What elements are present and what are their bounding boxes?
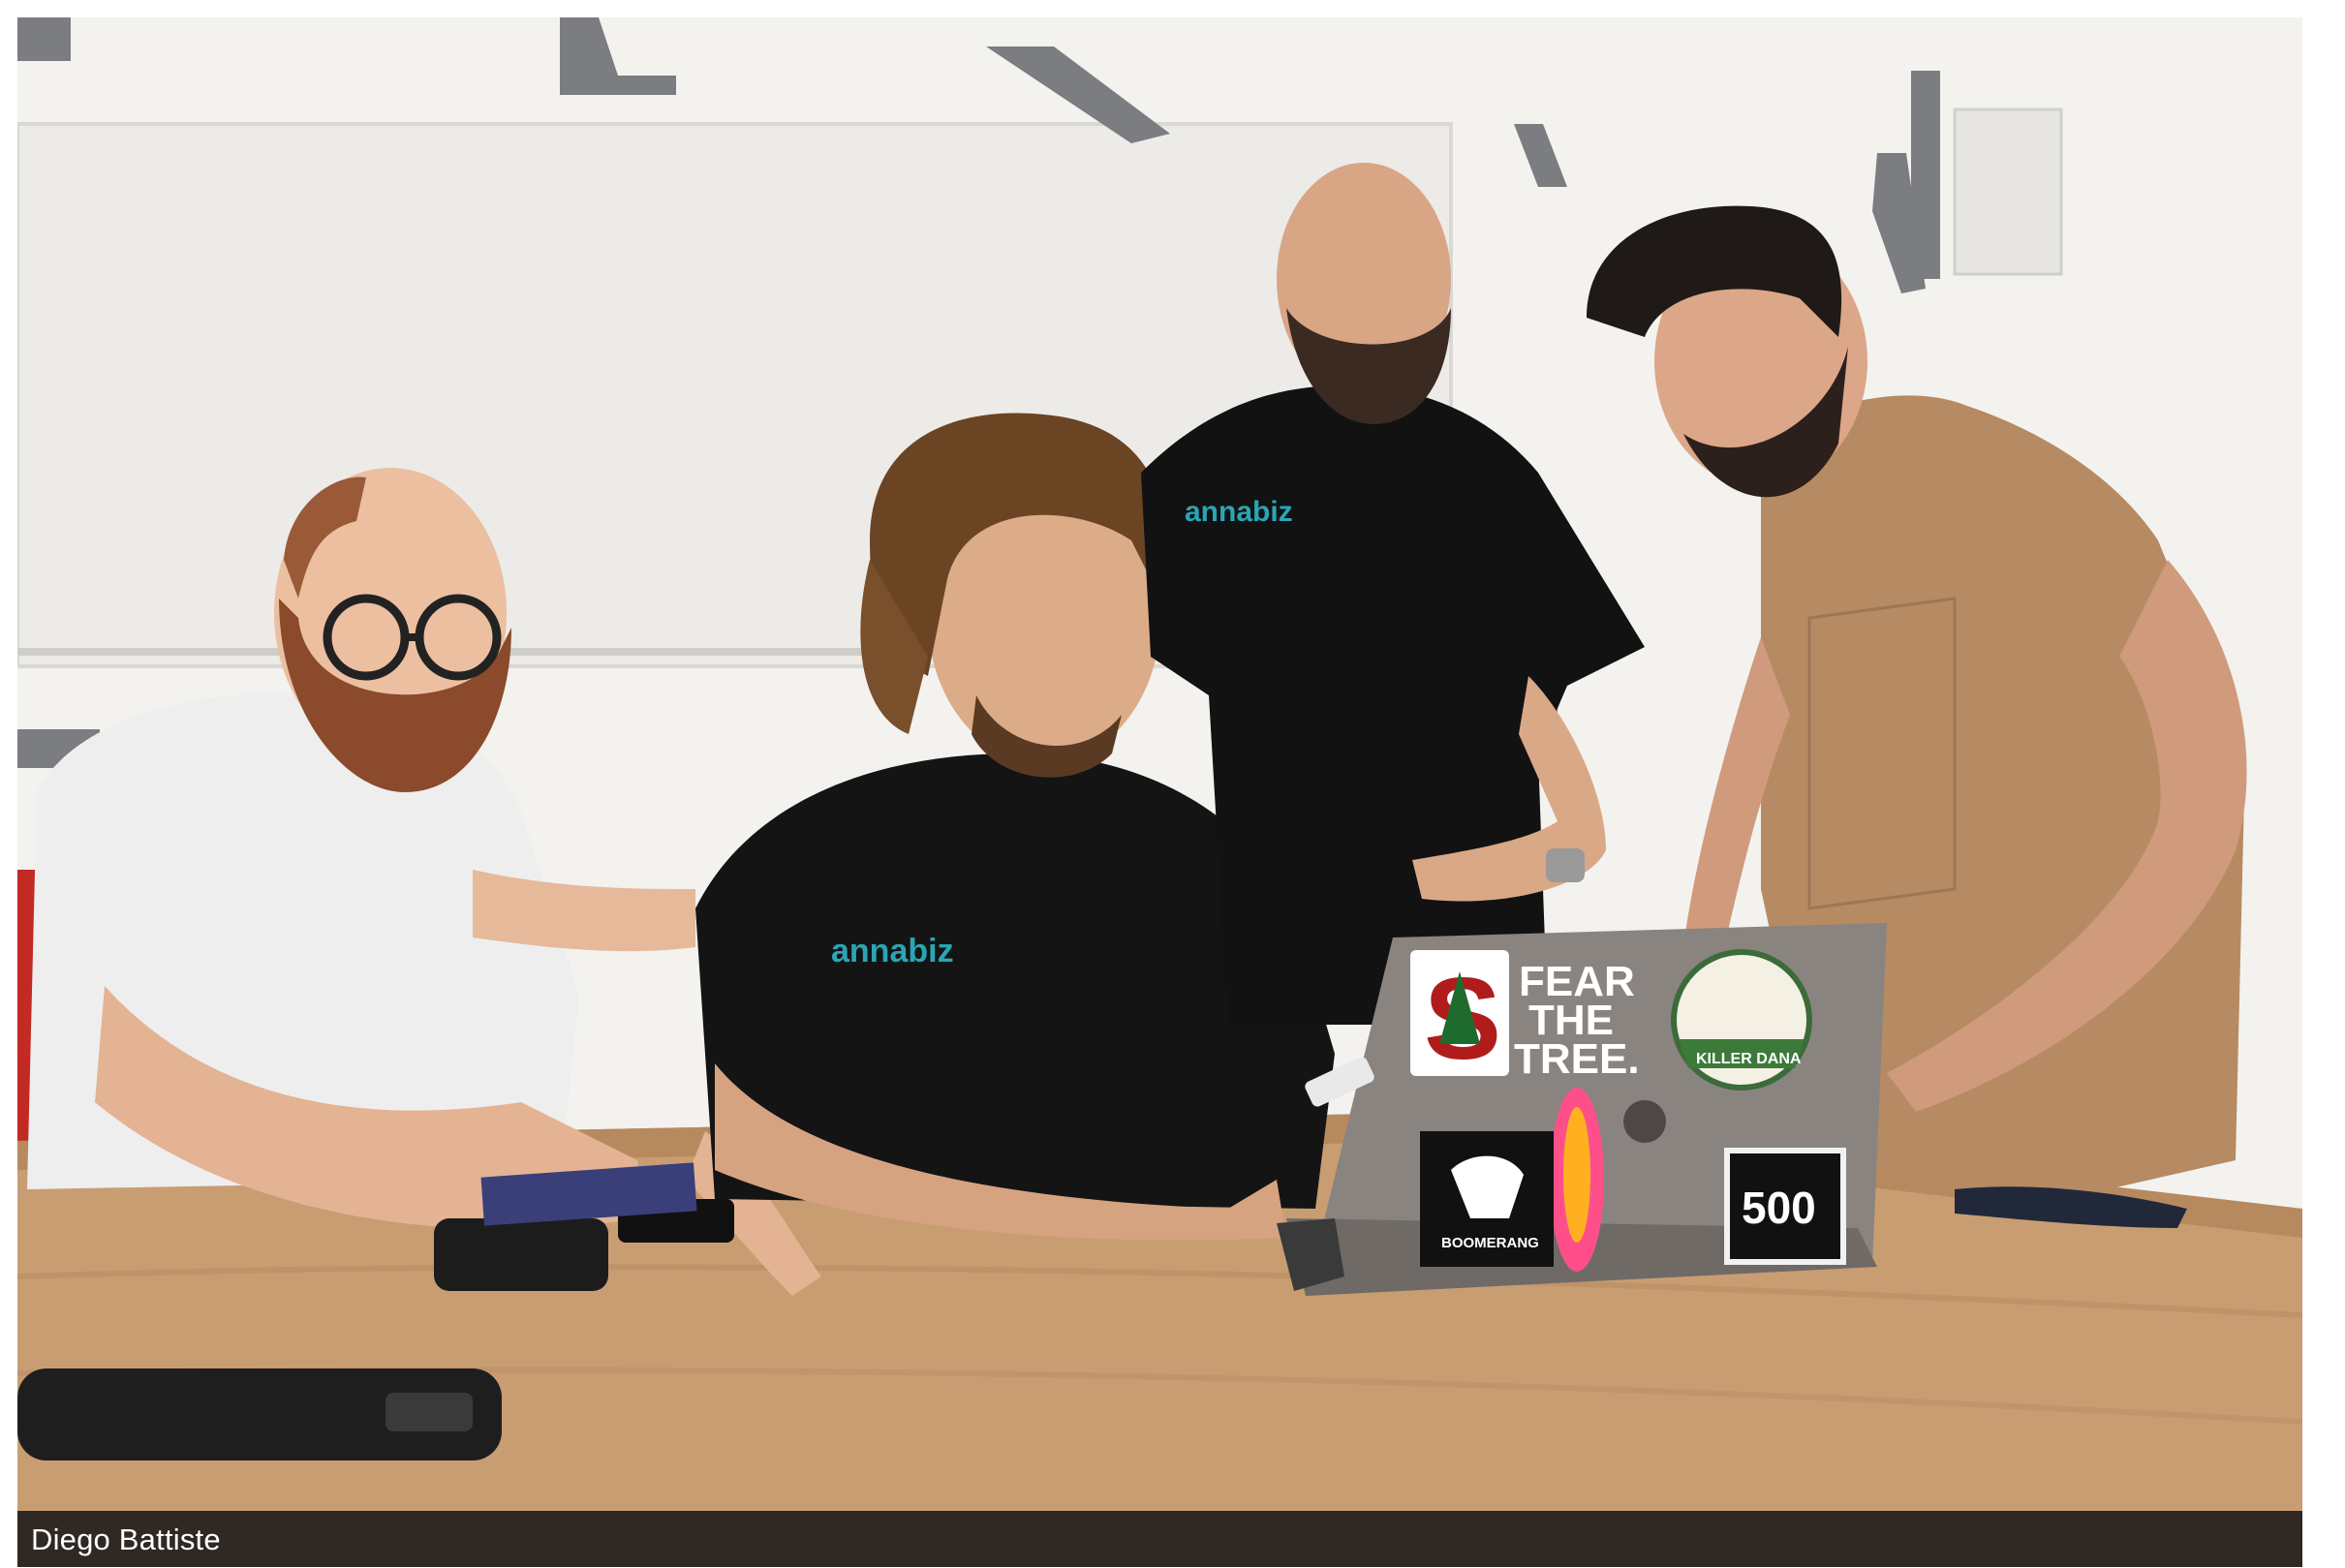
photo-credit: Diego Battiste	[31, 1522, 221, 1556]
wall-graphic	[17, 17, 71, 61]
photo: annabiz annabiz FEAR THE TREE. KILLER DA…	[17, 17, 2302, 1511]
shirt-logo: annabiz	[831, 933, 954, 969]
portable-speaker	[434, 1218, 608, 1291]
shirt-logo-2: annabiz	[1185, 496, 1293, 528]
wall-graphic	[1911, 71, 1940, 279]
caption-bar: Diego Battiste	[17, 1511, 2302, 1567]
boomerang-text: BOOMERANG	[1441, 1235, 1539, 1251]
wristwatch	[1546, 848, 1585, 882]
photo-frame: annabiz annabiz FEAR THE TREE. KILLER DA…	[17, 17, 2302, 1567]
wall-panel	[1953, 108, 2063, 276]
photo-illustration: annabiz annabiz FEAR THE TREE. KILLER DA…	[17, 17, 2302, 1511]
apple-logo	[1623, 1100, 1666, 1143]
killer-dana-text: KILLER DANA	[1696, 1051, 1802, 1067]
badge-500-text: 500	[1742, 1183, 1816, 1233]
fear-sticker-line3: TREE.	[1514, 1035, 1640, 1083]
